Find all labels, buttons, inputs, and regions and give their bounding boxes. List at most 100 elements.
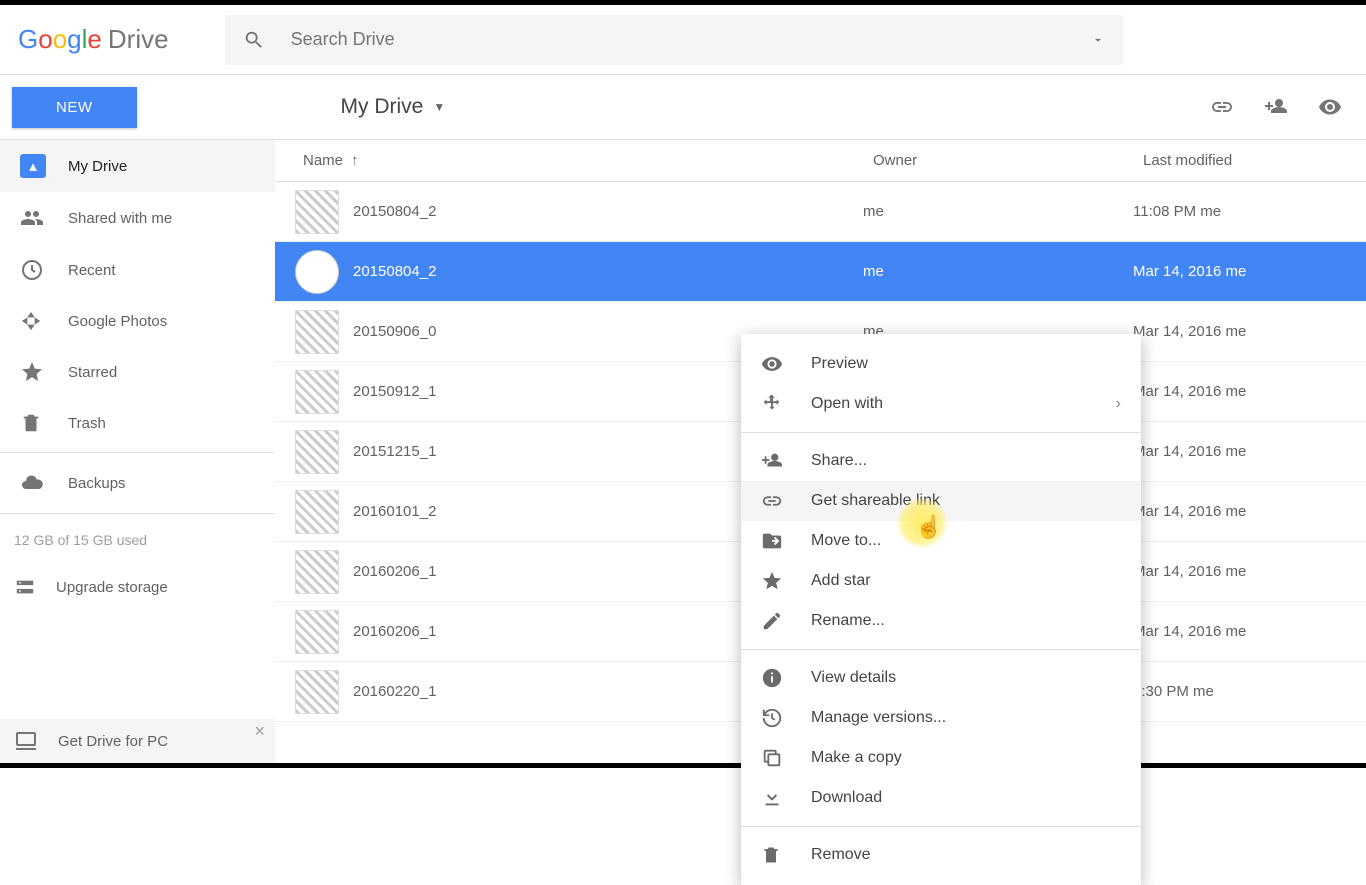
get-drive-pc-promo[interactable]: Get Drive for PC × bbox=[0, 719, 275, 763]
context-menu: Preview Open with › Share... Get shareab… bbox=[741, 334, 1141, 885]
ctx-label: Get shareable link bbox=[811, 492, 940, 510]
sidebar-item-shared[interactable]: Shared with me bbox=[0, 192, 275, 244]
sidebar-item-trash[interactable]: Trash bbox=[0, 398, 275, 448]
move-icon bbox=[761, 393, 787, 415]
column-modified[interactable]: Last modified bbox=[1143, 152, 1232, 169]
nav-label: My Drive bbox=[68, 158, 127, 175]
new-button[interactable]: NEW bbox=[12, 87, 137, 128]
black-letterbox-bottom bbox=[0, 763, 1366, 768]
file-thumbnail bbox=[295, 610, 339, 654]
upgrade-storage[interactable]: Upgrade storage bbox=[0, 562, 275, 612]
toolbar-actions bbox=[1210, 95, 1342, 119]
ctx-label: Preview bbox=[811, 355, 868, 373]
ctx-remove[interactable]: Remove bbox=[741, 835, 1141, 875]
toolbar: NEW My Drive ▼ bbox=[0, 75, 1366, 139]
ctx-label: Add star bbox=[811, 572, 871, 590]
trash-icon bbox=[20, 412, 46, 434]
star-icon bbox=[761, 570, 787, 592]
ctx-get-shareable-link[interactable]: Get shareable link bbox=[741, 481, 1141, 521]
ctx-label: Rename... bbox=[811, 612, 885, 630]
nav-label: Backups bbox=[68, 475, 126, 492]
nav-label: Trash bbox=[68, 415, 106, 432]
file-list-area: Name ↑ Owner Last modified 20150804_2me1… bbox=[275, 140, 1366, 763]
file-thumbnail bbox=[295, 490, 339, 534]
ctx-download[interactable]: Download bbox=[741, 778, 1141, 818]
file-modified: Mar 14, 2016 me bbox=[1133, 563, 1246, 580]
ctx-make-copy[interactable]: Make a copy bbox=[741, 738, 1141, 778]
file-row[interactable]: 20150804_2meMar 14, 2016 me bbox=[275, 242, 1366, 302]
ctx-separator bbox=[741, 826, 1141, 827]
sidebar: ▲ My Drive Shared with me Recent Google … bbox=[0, 140, 275, 763]
sort-asc-icon: ↑ bbox=[351, 152, 359, 169]
cloud-icon bbox=[20, 471, 46, 495]
logo[interactable]: Google Drive bbox=[12, 24, 175, 55]
drive-icon: ▲ bbox=[20, 154, 46, 178]
sidebar-separator bbox=[0, 452, 275, 453]
sidebar-item-starred[interactable]: Starred bbox=[0, 346, 275, 398]
sidebar-item-photos[interactable]: Google Photos bbox=[0, 296, 275, 346]
ctx-label: Download bbox=[811, 789, 882, 807]
ctx-open-with[interactable]: Open with › bbox=[741, 384, 1141, 424]
column-headers: Name ↑ Owner Last modified bbox=[275, 140, 1366, 182]
person-add-icon bbox=[761, 450, 787, 472]
eye-icon[interactable] bbox=[1318, 95, 1342, 119]
sidebar-item-backups[interactable]: Backups bbox=[0, 457, 275, 509]
ctx-share[interactable]: Share... bbox=[741, 441, 1141, 481]
file-modified: Mar 14, 2016 me bbox=[1133, 623, 1246, 640]
ctx-label: Remove bbox=[811, 846, 871, 864]
rename-icon bbox=[761, 610, 787, 632]
ctx-move-to[interactable]: Move to... bbox=[741, 521, 1141, 561]
link-icon[interactable] bbox=[1210, 95, 1234, 119]
file-thumbnail bbox=[295, 670, 339, 714]
storage-quota: 12 GB of 15 GB used bbox=[0, 518, 275, 562]
folder-move-icon bbox=[761, 530, 787, 552]
ctx-preview[interactable]: Preview bbox=[741, 344, 1141, 384]
ctx-view-details[interactable]: View details bbox=[741, 658, 1141, 698]
ctx-label: Make a copy bbox=[811, 749, 902, 767]
person-add-icon[interactable] bbox=[1264, 95, 1288, 119]
chevron-right-icon: › bbox=[1116, 395, 1121, 413]
nav-label: Shared with me bbox=[68, 210, 172, 227]
main: ▲ My Drive Shared with me Recent Google … bbox=[0, 139, 1366, 763]
breadcrumb[interactable]: My Drive ▼ bbox=[341, 95, 446, 119]
ctx-rename[interactable]: Rename... bbox=[741, 601, 1141, 641]
file-modified: Mar 14, 2016 me bbox=[1133, 503, 1246, 520]
ctx-add-star[interactable]: Add star bbox=[741, 561, 1141, 601]
file-modified: Mar 14, 2016 me bbox=[1133, 263, 1246, 280]
file-row[interactable]: 20150804_2me11:08 PM me bbox=[275, 182, 1366, 242]
file-modified: Mar 14, 2016 me bbox=[1133, 443, 1246, 460]
file-owner: me bbox=[863, 203, 1133, 220]
file-modified: 11:08 PM me bbox=[1133, 203, 1221, 220]
chevron-down-icon: ▼ bbox=[433, 100, 445, 114]
history-icon bbox=[761, 707, 787, 729]
file-thumbnail bbox=[295, 550, 339, 594]
file-thumbnail bbox=[295, 250, 339, 294]
column-name[interactable]: Name ↑ bbox=[303, 152, 873, 169]
column-owner[interactable]: Owner bbox=[873, 152, 1143, 169]
file-modified: Mar 14, 2016 me bbox=[1133, 383, 1246, 400]
file-owner: me bbox=[863, 263, 1133, 280]
file-thumbnail bbox=[295, 310, 339, 354]
ctx-manage-versions[interactable]: Manage versions... bbox=[741, 698, 1141, 738]
copy-icon bbox=[761, 747, 787, 769]
google-wordmark: Google bbox=[18, 24, 102, 55]
ctx-label: Share... bbox=[811, 452, 867, 470]
search-input[interactable] bbox=[291, 29, 1091, 50]
search-options-dropdown-icon[interactable] bbox=[1091, 33, 1105, 47]
file-thumbnail bbox=[295, 430, 339, 474]
search-bar[interactable] bbox=[225, 15, 1123, 65]
promo-label: Get Drive for PC bbox=[58, 733, 168, 750]
sidebar-item-my-drive[interactable]: ▲ My Drive bbox=[0, 140, 275, 192]
close-icon[interactable]: × bbox=[254, 721, 265, 742]
link-icon bbox=[761, 490, 787, 512]
desktop-icon bbox=[14, 729, 38, 753]
file-modified: Mar 14, 2016 me bbox=[1133, 323, 1246, 340]
file-thumbnail bbox=[295, 370, 339, 414]
sidebar-item-recent[interactable]: Recent bbox=[0, 244, 275, 296]
product-name: Drive bbox=[108, 24, 169, 55]
people-icon bbox=[20, 206, 46, 230]
trash-icon bbox=[761, 845, 787, 865]
nav-label: Starred bbox=[68, 364, 117, 381]
upgrade-label: Upgrade storage bbox=[56, 579, 168, 596]
star-icon bbox=[20, 360, 46, 384]
